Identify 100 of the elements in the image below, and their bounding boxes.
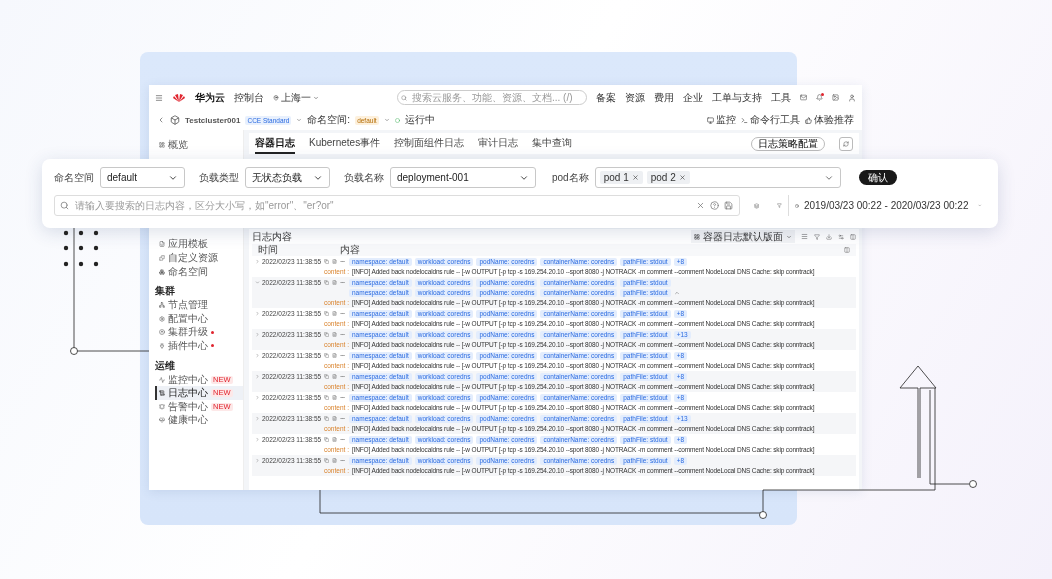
sidebar-item[interactable]: 命名空间 [155, 264, 243, 279]
chevron-right-icon[interactable] [255, 437, 260, 442]
more-icon[interactable] [340, 416, 345, 422]
search-field[interactable]: 搜索云服务、功能、资源、文档... (/) [397, 90, 587, 105]
copy-icon[interactable] [324, 311, 329, 317]
copy-icon[interactable] [324, 374, 329, 380]
tab[interactable]: 集中查询 [532, 133, 573, 154]
nav-link[interactable]: 企业 [683, 90, 703, 105]
document-icon[interactable] [332, 437, 337, 443]
header-action[interactable]: 监控 [707, 113, 736, 127]
mail-icon[interactable] [800, 94, 807, 101]
bell-icon[interactable] [816, 94, 823, 101]
more-icon[interactable] [340, 353, 345, 359]
copy-icon[interactable] [324, 332, 329, 338]
chevron-right-icon[interactable] [255, 458, 260, 463]
sidebar-item[interactable]: 健康中心 [155, 413, 243, 428]
chevron-down-icon[interactable] [383, 117, 390, 123]
save-icon[interactable] [724, 201, 733, 210]
sidebar-item[interactable]: 自定义资源 [155, 251, 243, 265]
copy-icon[interactable] [324, 280, 329, 286]
list-icon[interactable] [801, 233, 808, 240]
sidebar-item[interactable]: 节点管理 [155, 298, 243, 312]
download-icon[interactable] [826, 233, 832, 240]
document-icon[interactable] [332, 395, 337, 401]
sidebar-item[interactable]: 配置中心 [155, 311, 243, 326]
more-icon[interactable] [340, 395, 345, 401]
collapse-icon[interactable] [673, 289, 680, 296]
filter-icon[interactable] [814, 233, 820, 240]
region-select[interactable]: 上海一 [273, 90, 319, 105]
sidebar-item[interactable]: 概览 [155, 138, 243, 152]
workload-type-select[interactable]: 无状态负载 [245, 167, 330, 188]
sidebar-item[interactable]: 应用模板 [155, 237, 243, 252]
log-row[interactable] [252, 413, 856, 434]
clear-icon[interactable] [696, 201, 705, 210]
console-link[interactable]: 控制台 [234, 90, 264, 105]
back-icon[interactable] [157, 116, 165, 124]
tab[interactable]: 审计日志 [478, 133, 519, 154]
log-search-field[interactable]: 请输入要搜索的日志内容，区分大小写，如"error"、"er?or" [54, 195, 740, 216]
pod-select[interactable]: pod 1 pod 2 [594, 167, 841, 188]
namespace-select[interactable]: default [100, 167, 185, 188]
chevron-right-icon[interactable] [255, 332, 260, 337]
pod-chip[interactable]: pod 1 [599, 171, 643, 184]
chevron-right-icon[interactable] [255, 395, 260, 400]
copy-icon[interactable] [324, 395, 329, 401]
document-icon[interactable] [332, 374, 337, 380]
copy-icon[interactable] [324, 259, 329, 265]
document-icon[interactable] [332, 259, 337, 265]
nav-link[interactable]: 工具 [771, 90, 791, 105]
tab[interactable]: 控制面组件日志 [394, 133, 465, 154]
pod-chip[interactable]: pod 2 [646, 171, 690, 184]
document-icon[interactable] [332, 332, 337, 338]
close-icon[interactable] [678, 174, 686, 181]
image-icon[interactable] [832, 94, 839, 101]
header-action[interactable]: 命令行工具 [741, 113, 800, 127]
log-row[interactable] [252, 455, 856, 476]
help-icon[interactable] [710, 201, 719, 210]
header-action[interactable]: 体验推荐 [805, 113, 854, 127]
document-icon[interactable] [332, 458, 337, 464]
sidebar-item[interactable]: 插件中心 [155, 339, 243, 353]
settings-icon[interactable] [838, 233, 844, 240]
document-icon[interactable] [332, 280, 337, 286]
filter-icon[interactable] [777, 201, 782, 210]
confirm-button[interactable]: 确认 [858, 170, 897, 185]
copy-icon[interactable] [324, 353, 329, 359]
chevron-down-icon[interactable] [255, 280, 260, 285]
chevron-right-icon[interactable] [255, 259, 260, 264]
document-icon[interactable] [332, 353, 337, 359]
workload-name-select[interactable]: deployment-001 [390, 167, 536, 188]
columns-icon[interactable] [850, 233, 856, 240]
policy-button[interactable]: 日志策略配置 [751, 136, 825, 151]
copy-icon[interactable] [324, 416, 329, 422]
tab[interactable]: Kubernetes事件 [309, 133, 381, 154]
more-icon[interactable] [340, 280, 345, 286]
more-icon[interactable] [340, 374, 345, 380]
layout-select[interactable]: 容器日志默认版面 [691, 230, 795, 243]
menu-icon[interactable] [155, 93, 163, 102]
more-icon[interactable] [340, 458, 345, 464]
chevron-right-icon[interactable] [255, 353, 260, 358]
more-icon[interactable] [340, 437, 345, 443]
nav-link[interactable]: 资源 [625, 90, 645, 105]
nav-link[interactable]: 工单与支持 [712, 90, 762, 105]
log-row[interactable] [252, 371, 856, 392]
close-icon[interactable] [631, 174, 639, 181]
chevron-right-icon[interactable] [255, 374, 260, 379]
nav-link[interactable]: 备案 [596, 90, 616, 105]
more-icon[interactable] [340, 259, 345, 265]
more-icon[interactable] [340, 332, 345, 338]
nav-link[interactable]: 费用 [654, 90, 674, 105]
document-icon[interactable] [332, 311, 337, 317]
chevron-right-icon[interactable] [255, 416, 260, 421]
log-row[interactable] [252, 329, 856, 350]
copy-icon[interactable] [324, 437, 329, 443]
tab[interactable]: 容器日志 [255, 133, 295, 154]
layers-icon[interactable] [754, 200, 760, 211]
avatar-icon[interactable] [848, 93, 856, 102]
document-icon[interactable] [332, 416, 337, 422]
chevron-right-icon[interactable] [255, 311, 260, 316]
column-settings-icon[interactable] [844, 247, 850, 253]
copy-icon[interactable] [324, 458, 329, 464]
refresh-button[interactable] [839, 136, 853, 151]
